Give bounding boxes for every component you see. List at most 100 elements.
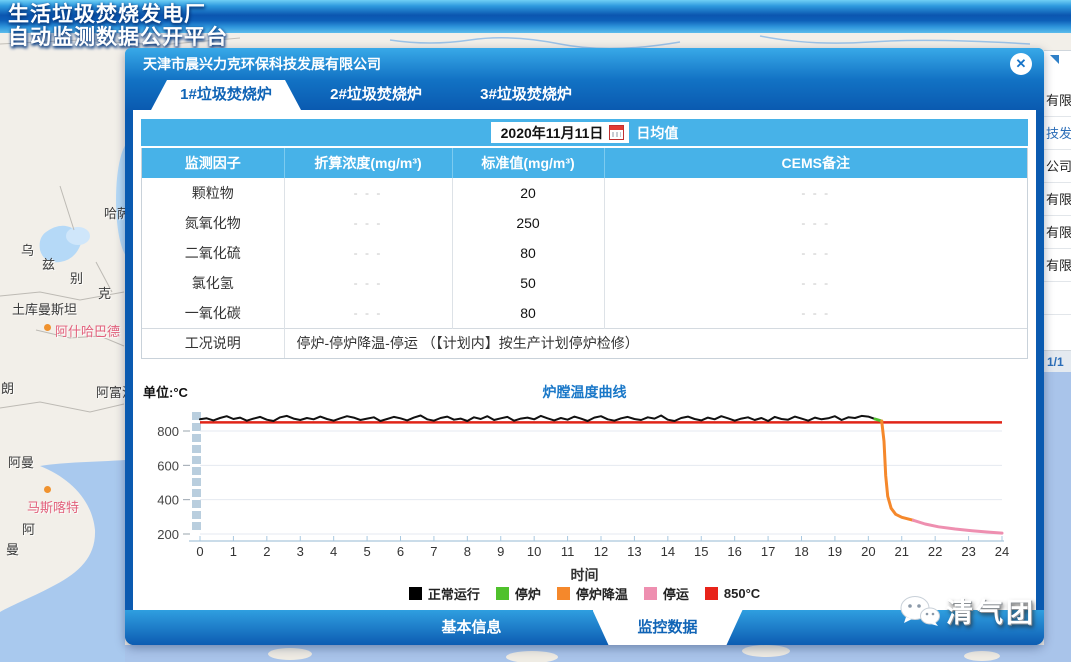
incinerator-tabs: 1#垃圾焚烧炉2#垃圾焚烧炉3#垃圾焚烧炉 — [125, 80, 1044, 110]
map-label: 乌 — [21, 240, 34, 259]
legend-swatch — [644, 587, 657, 600]
chart-header: 单位:°C 炉膛温度曲线 — [141, 382, 1028, 400]
x-axis-label: 2 — [263, 544, 270, 559]
list-item[interactable]: 公司 — [1044, 150, 1071, 183]
series-停运 — [913, 520, 1002, 533]
legend-item: 停运 — [644, 584, 689, 603]
x-axis-label: 12 — [594, 544, 608, 559]
table-cell-standard: 80 — [452, 238, 604, 268]
list-item[interactable]: 有限 — [1044, 84, 1071, 117]
legend-item: 850°C — [705, 586, 760, 601]
x-axis-label: 19 — [828, 544, 842, 559]
y-axis-bar-segment — [192, 500, 201, 508]
table-cell-concentration: - - - — [284, 208, 452, 238]
table-row: 二氧化硫- - -80- - - — [142, 238, 1027, 268]
map-label: 土库曼斯坦 — [12, 299, 77, 318]
legend-label: 停运 — [663, 584, 689, 603]
x-axis-label: 22 — [928, 544, 942, 559]
list-item[interactable]: 技发 — [1044, 117, 1071, 150]
legend-item: 正常运行 — [409, 584, 480, 603]
map-label: 阿曼 — [8, 452, 34, 471]
x-axis-label: 14 — [661, 544, 675, 559]
y-axis-bar-segment — [192, 456, 201, 464]
tab-monitor-data[interactable]: 监控数据 — [593, 610, 743, 645]
tab-basic-info[interactable]: 基本信息 — [397, 610, 547, 645]
list-item[interactable] — [1044, 282, 1071, 315]
x-axis-label: 0 — [196, 544, 203, 559]
x-axis-label: 15 — [694, 544, 708, 559]
x-axis-label: 16 — [727, 544, 741, 559]
list-item[interactable]: 有限 — [1044, 183, 1071, 216]
column-header: 折算浓度(mg/m³) — [284, 148, 452, 178]
table-cell-concentration: - - - — [284, 298, 452, 328]
x-axis-label: 8 — [464, 544, 471, 559]
pagination[interactable]: 1/1 — [1044, 350, 1071, 372]
table-row: 氮氧化物- - -250- - - — [142, 208, 1027, 238]
y-axis-label: 200 — [157, 527, 179, 542]
map-label: 马斯喀特 — [27, 497, 79, 516]
y-axis-label: 400 — [157, 493, 179, 508]
legend-label: 850°C — [724, 586, 760, 601]
x-axis-label: 4 — [330, 544, 337, 559]
x-axis-label: 20 — [861, 544, 875, 559]
calendar-icon[interactable] — [609, 125, 624, 140]
tab-incinerator-2[interactable]: 2#垃圾焚烧炉 — [301, 80, 451, 110]
table-cell-factor: 二氧化硫 — [142, 238, 284, 268]
x-axis-label: 5 — [363, 544, 370, 559]
x-axis-label: 13 — [627, 544, 641, 559]
list-item[interactable]: 有限 — [1044, 216, 1071, 249]
y-axis-bar-segment — [192, 511, 201, 519]
condition-row: 工况说明 停炉-停炉降温-停运 （【计划内】按生产计划停炉检修） — [142, 328, 1027, 358]
x-axis-label: 21 — [895, 544, 909, 559]
date-value[interactable]: 2020年11月11日 — [501, 123, 604, 143]
x-axis-label: 17 — [761, 544, 775, 559]
x-axis-label: 24 — [995, 544, 1009, 559]
tab-incinerator-3[interactable]: 3#垃圾焚烧炉 — [451, 80, 601, 110]
x-axis-label: 10 — [527, 544, 541, 559]
table-cell-factor: 一氧化碳 — [142, 298, 284, 328]
dialog-titlebar: 天津市晨兴力克环保科技发展有限公司 ✕ — [125, 48, 1044, 80]
y-axis-bar-segment — [192, 522, 201, 530]
map-label: 克 — [98, 283, 111, 302]
daily-average-label: 日均值 — [636, 123, 678, 143]
y-axis-bar-segment — [192, 423, 201, 431]
list-item[interactable]: 有限 — [1044, 249, 1071, 282]
table-cell-standard: 50 — [452, 268, 604, 298]
table-cell-standard: 80 — [452, 298, 604, 328]
series-正常运行 — [200, 416, 875, 422]
x-axis-label: 11 — [561, 544, 575, 559]
background-list-panel: 有限技发公司有限有限有限 1/1 — [1044, 50, 1071, 372]
table-cell-concentration: - - - — [284, 268, 452, 298]
legend-swatch — [557, 587, 570, 600]
tab-incinerator-1[interactable]: 1#垃圾焚烧炉 — [151, 80, 301, 110]
table-row: 一氧化碳- - -80- - - — [142, 298, 1027, 328]
map-label: 兹 — [42, 254, 55, 273]
dialog-body: 2020年11月11日 日均值 监测因子折算浓度(mg/m³)标准值(mg/m³… — [133, 110, 1036, 610]
table-row: 氯化氢- - -50- - - — [142, 268, 1027, 298]
legend-label: 停炉 — [515, 584, 541, 603]
x-axis-label: 18 — [794, 544, 808, 559]
map-label: 别 — [70, 268, 83, 287]
y-axis-label: 600 — [157, 458, 179, 473]
column-header: CEMS备注 — [604, 148, 1027, 178]
series-停炉降温 — [882, 421, 914, 520]
legend-item: 停炉降温 — [557, 584, 628, 603]
y-axis-bar-segment — [192, 467, 201, 475]
watermark-text: 清气团 — [946, 591, 1036, 630]
x-axis-label: 23 — [961, 544, 975, 559]
column-header: 标准值(mg/m³) — [452, 148, 604, 178]
table-cell-factor: 氮氧化物 — [142, 208, 284, 238]
x-axis-label: 7 — [430, 544, 437, 559]
close-icon[interactable]: ✕ — [1010, 53, 1032, 75]
y-axis-bar-segment — [192, 478, 201, 486]
legend-item: 停炉 — [496, 584, 541, 603]
condition-label: 工况说明 — [142, 328, 284, 358]
y-axis-label: 800 — [157, 424, 179, 439]
y-axis-bar-segment — [192, 445, 201, 453]
table-cell-standard: 20 — [452, 178, 604, 208]
panel-corner-icon — [1050, 55, 1059, 64]
table-cell-cems: - - - — [604, 238, 1027, 268]
legend-swatch — [496, 587, 509, 600]
x-axis-title: 时间 — [133, 565, 1036, 585]
date-picker[interactable]: 2020年11月11日 — [491, 122, 630, 143]
